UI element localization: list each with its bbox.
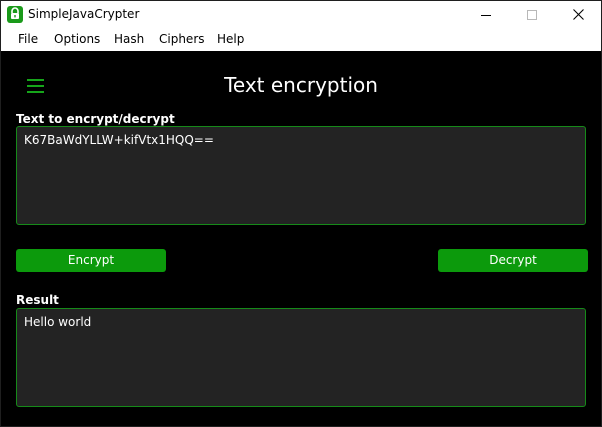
minimize-icon [481,14,491,16]
page-title: Text encryption [224,73,378,97]
menu-hash[interactable]: Hash [114,32,144,47]
maximize-icon [527,9,537,20]
menu-options[interactable]: Options [54,32,100,47]
result-label: Result [16,293,59,307]
decrypt-button[interactable]: Decrypt [438,249,588,272]
title-bar[interactable]: SimpleJavaCrypter [1,1,601,28]
menu-bar: File Options Hash Ciphers Help [1,28,601,51]
encrypt-button[interactable]: Encrypt [16,249,166,272]
menu-help[interactable]: Help [217,32,244,47]
menu-file[interactable]: File [18,32,38,47]
input-label: Text to encrypt/decrypt [16,112,175,126]
maximize-button[interactable] [509,1,555,28]
window-title: SimpleJavaCrypter [28,7,140,21]
close-icon [572,9,584,20]
main-content: Text encryption Text to encrypt/decrypt … [1,51,601,426]
result-output-area[interactable]: Hello world [16,308,586,407]
menu-ciphers[interactable]: Ciphers [159,32,205,47]
text-input-area[interactable]: K67BaWdYLLW+kifVtx1HQQ== [16,126,586,225]
app-window: SimpleJavaCrypter File Options Hash Ciph… [0,0,602,427]
close-button[interactable] [555,1,601,28]
minimize-button[interactable] [463,1,509,28]
lock-icon [7,6,23,23]
